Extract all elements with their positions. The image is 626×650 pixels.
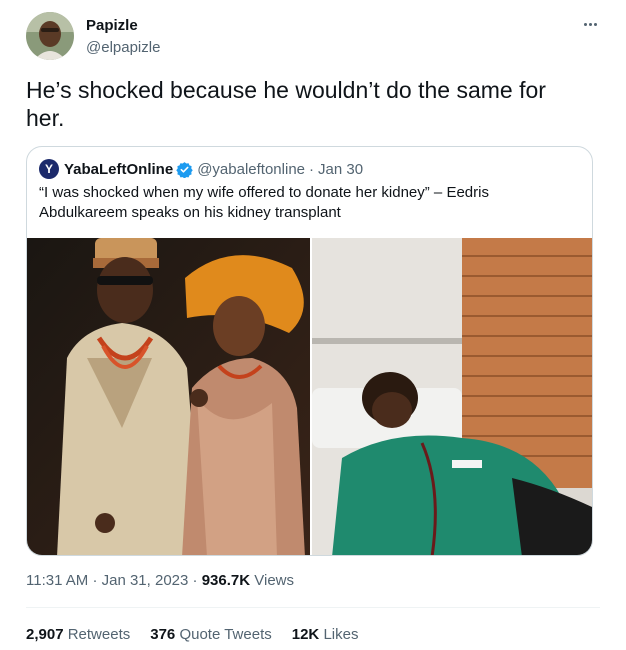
quote-display-name: YabaLeftOnline	[64, 160, 174, 178]
tweet-text: He’s shocked because he wouldn’t do the …	[26, 77, 546, 131]
author-avatar[interactable]	[26, 12, 74, 60]
author-names: Papizle @elpapizle	[86, 16, 160, 58]
more-horizontal-icon[interactable]	[580, 16, 600, 32]
quote-tweet[interactable]: Y YabaLeftOnline @yabaleftonline · Jan 3…	[26, 146, 593, 556]
hospital-photo[interactable]	[312, 238, 592, 555]
quote-tweets-count: 376	[150, 626, 176, 643]
author-handle[interactable]: @elpapizle	[86, 38, 160, 58]
quote-avatar: Y	[39, 159, 59, 179]
meta-separator: ·	[192, 572, 198, 589]
couple-photo[interactable]	[27, 238, 310, 555]
quote-tweets-label: Quote Tweets	[179, 626, 272, 643]
views-count: 936.7K	[201, 572, 251, 589]
tweet-stats: 2,907 Retweets 376 Quote Tweets 12K Like…	[26, 626, 358, 643]
quote-media	[27, 238, 592, 555]
tweet-date[interactable]: Jan 31, 2023	[102, 572, 189, 589]
retweets-stat[interactable]: 2,907 Retweets	[26, 626, 130, 643]
quote-date: Jan 30	[318, 160, 364, 178]
tweet-time[interactable]: 11:31 AM	[26, 572, 88, 589]
tweet-card: Papizle @elpapizle He’s shocked because …	[0, 0, 626, 650]
quote-handle: @yabaleftonline	[197, 160, 306, 178]
tweet-header: Papizle @elpapizle	[26, 12, 600, 64]
tweet-meta: 11:31 AM · Jan 31, 2023 · 936.7K Views	[26, 572, 294, 589]
quote-tweets-stat[interactable]: 376 Quote Tweets	[150, 626, 271, 643]
quote-header: Y YabaLeftOnline @yabaleftonline · Jan 3…	[39, 159, 363, 179]
retweets-count: 2,907	[26, 626, 64, 643]
likes-count: 12K	[291, 626, 320, 643]
retweets-label: Retweets	[67, 626, 131, 643]
quote-text: “I was shocked when my wife offered to d…	[39, 184, 489, 221]
divider	[26, 607, 600, 608]
likes-label: Likes	[323, 626, 359, 643]
views-label: Views	[254, 572, 294, 589]
meta-separator: ·	[92, 572, 98, 589]
likes-stat[interactable]: 12K Likes	[292, 626, 359, 643]
verified-badge-icon	[176, 161, 193, 178]
quote-separator: ·	[309, 160, 315, 178]
author-display-name[interactable]: Papizle	[86, 16, 160, 36]
